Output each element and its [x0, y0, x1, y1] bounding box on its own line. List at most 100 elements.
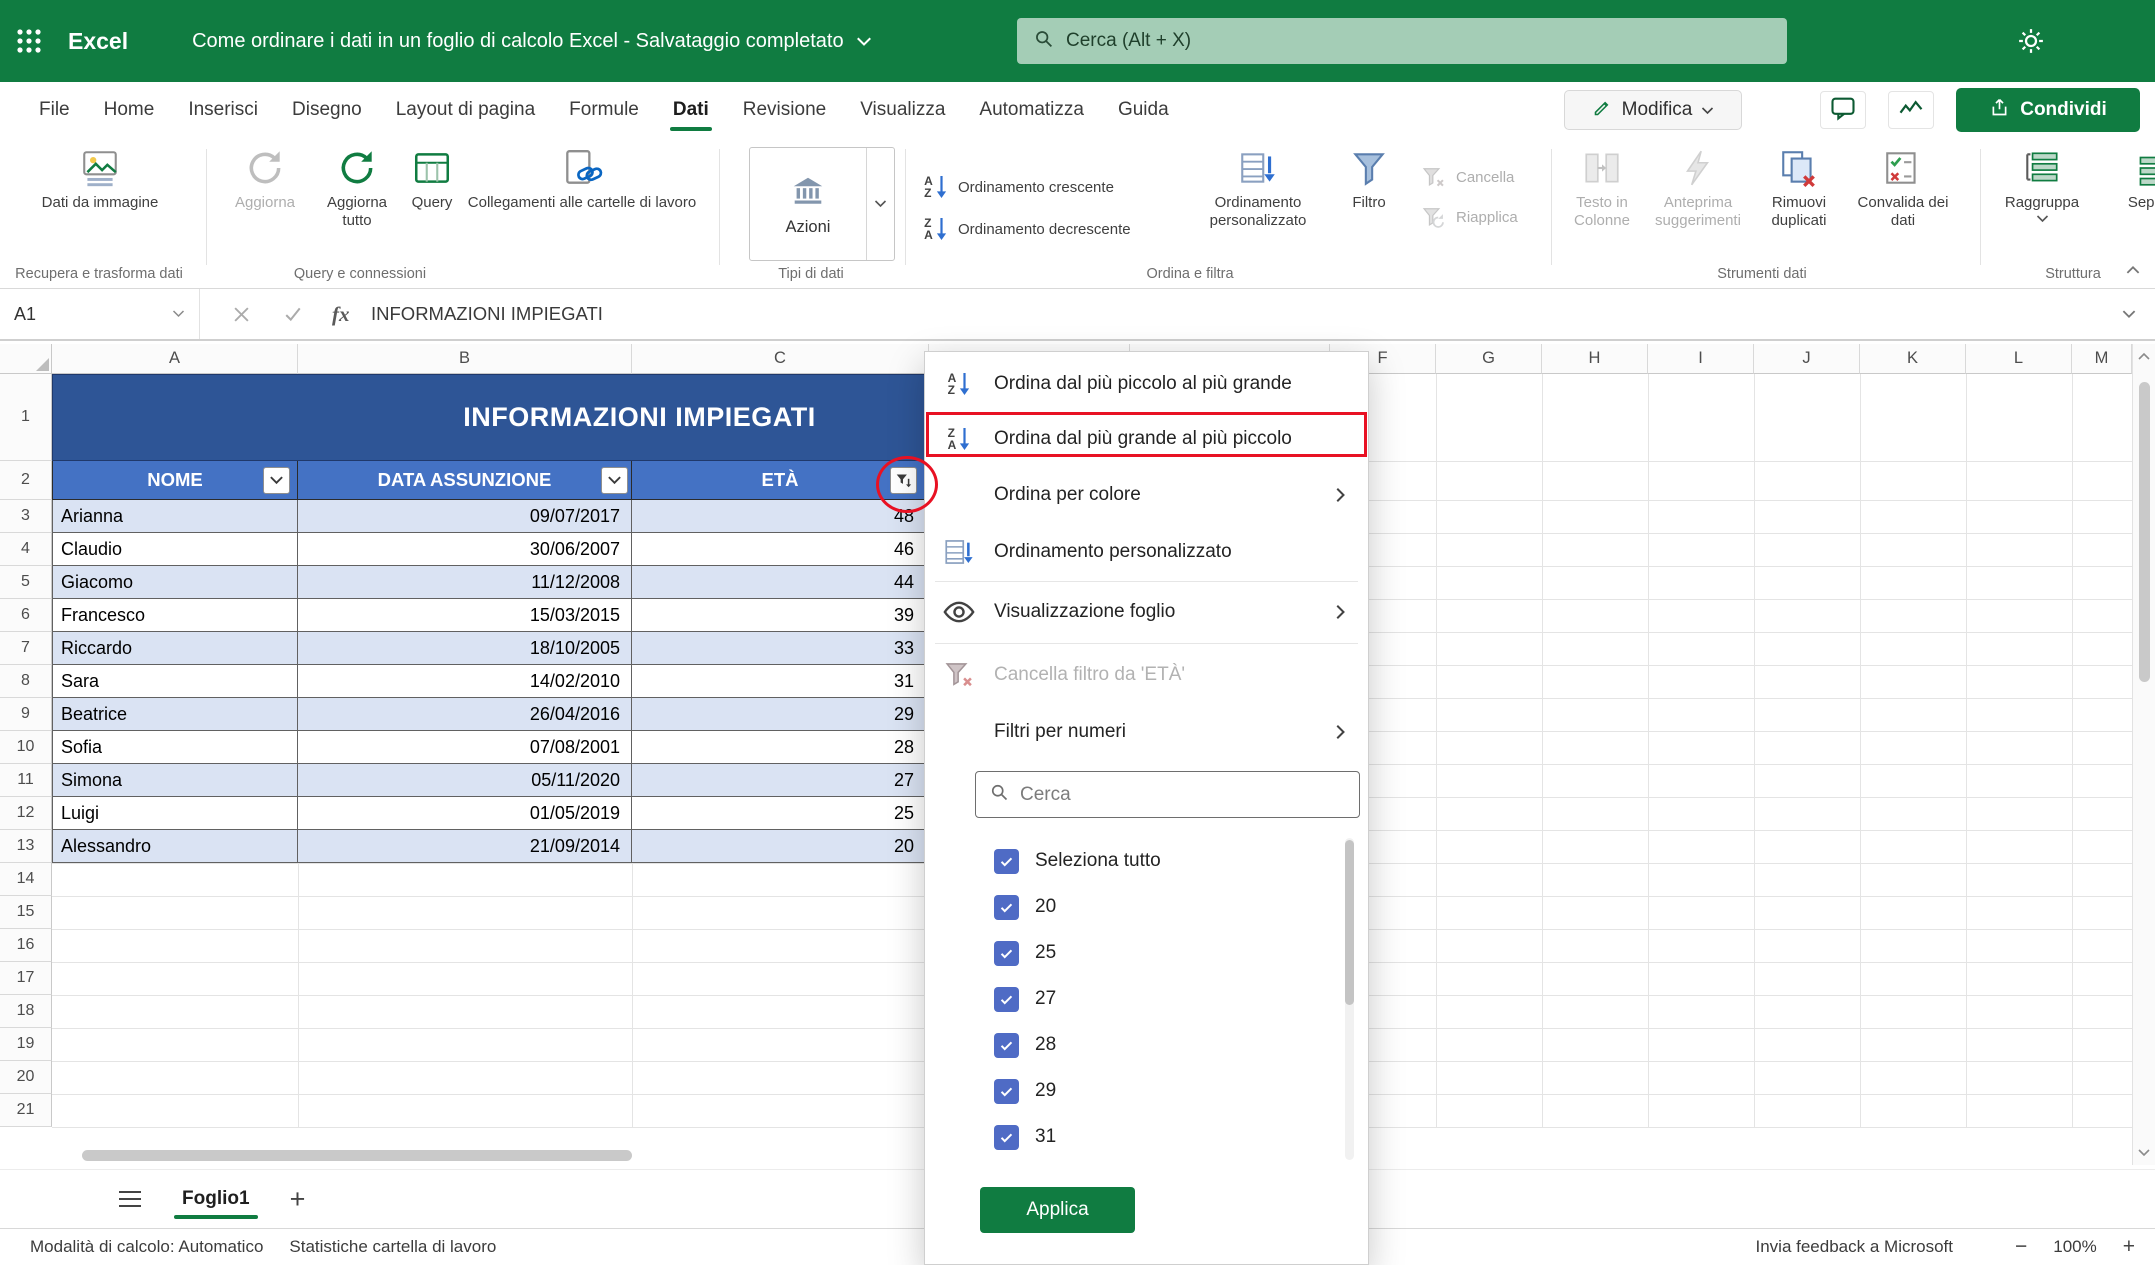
cell-a12[interactable]: Luigi [52, 797, 298, 830]
insert-function-icon[interactable]: fx [332, 289, 350, 339]
all-sheets-menu-icon[interactable] [118, 1190, 142, 1208]
ribbon-button-anteprima-suggerimenti[interactable]: Anteprima suggerimenti [1649, 147, 1747, 229]
cell-b11[interactable]: 05/11/2020 [298, 764, 632, 797]
checkbox-checked-icon[interactable] [994, 895, 1019, 920]
cell-a10[interactable]: Sofia [52, 731, 298, 764]
tab-home[interactable]: Home [87, 82, 172, 137]
zoom-out-button[interactable]: − [2015, 1235, 2027, 1259]
filter-checkbox-28[interactable]: 28 [925, 1022, 1368, 1068]
filter-checkbox-25[interactable]: 25 [925, 930, 1368, 976]
tab-formule[interactable]: Formule [552, 82, 656, 137]
ribbon-button-collegamenti-alle-cartelle-di-lavoro[interactable]: Collegamenti alle cartelle di lavoro [464, 147, 700, 212]
table-header-data-assunzione[interactable]: DATA ASSUNZIONE [298, 461, 632, 500]
ribbon-button-raggruppa[interactable]: Raggruppa [1993, 147, 2091, 223]
menu-item-filtri-per-numeri[interactable]: Filtri per numeri [925, 704, 1368, 759]
cell-c8[interactable]: 31 [632, 665, 929, 698]
filter-button-data-assunzione[interactable] [601, 467, 628, 494]
cell-a8[interactable]: Sara [52, 665, 298, 698]
tab-visualizza[interactable]: Visualizza [843, 82, 962, 137]
ribbon-button-testo-in-colonne[interactable]: Testo in Colonne [1556, 147, 1648, 229]
azioni-gallery[interactable]: Azioni [749, 147, 895, 261]
cell-a13[interactable]: Alessandro [52, 830, 298, 863]
cell-c5[interactable]: 44 [632, 566, 929, 599]
tab-inserisci[interactable]: Inserisci [171, 82, 275, 137]
filter-search-box[interactable] [975, 771, 1360, 818]
document-title[interactable]: Come ordinare i dati in un foglio di cal… [192, 30, 871, 53]
app-launcher-waffle-icon[interactable] [0, 0, 58, 82]
cell-b4[interactable]: 30/06/2007 [298, 533, 632, 566]
menu-item-ordinamento-personalizzato[interactable]: Ordinamento personalizzato [925, 524, 1368, 579]
filter-search-input[interactable] [1020, 784, 1346, 806]
cell-b8[interactable]: 14/02/2010 [298, 665, 632, 698]
comments-button[interactable] [1820, 91, 1866, 129]
cell-a11[interactable]: Simona [52, 764, 298, 797]
cell-a7[interactable]: Riccardo [52, 632, 298, 665]
cell-c4[interactable]: 46 [632, 533, 929, 566]
cell-b3[interactable]: 09/07/2017 [298, 500, 632, 533]
cell-b9[interactable]: 26/04/2016 [298, 698, 632, 731]
ribbon-button-filtro[interactable]: Filtro [1337, 147, 1401, 212]
search-input[interactable] [1066, 30, 1771, 52]
collapse-ribbon-icon[interactable] [2122, 259, 2144, 279]
cell-a3[interactable]: Arianna [52, 500, 298, 533]
cell-b6[interactable]: 15/03/2015 [298, 599, 632, 632]
zoom-level[interactable]: 100% [2053, 1237, 2096, 1257]
filter-checkbox-20[interactable]: 20 [925, 884, 1368, 930]
cell-a9[interactable]: Beatrice [52, 698, 298, 731]
ribbon-button-aggiorna[interactable]: Aggiorna [220, 147, 310, 212]
cell-c11[interactable]: 27 [632, 764, 929, 797]
modifica-mode-button[interactable]: Modifica [1564, 90, 1742, 130]
settings-gear-icon[interactable] [2010, 21, 2052, 61]
ribbon-button-riapplica[interactable]: Riapplica [1420, 199, 1550, 235]
expand-formula-bar-icon[interactable] [2122, 289, 2136, 339]
ribbon-button-ordinamento-crescente[interactable]: AZOrdinamento crescente [922, 169, 1177, 205]
filter-button-nome[interactable] [263, 467, 290, 494]
cell-c12[interactable]: 25 [632, 797, 929, 830]
cell-a4[interactable]: Claudio [52, 533, 298, 566]
calc-mode-status[interactable]: Modalità di calcolo: Automatico [30, 1237, 263, 1257]
confirm-entry-icon[interactable] [284, 289, 302, 339]
cell-b12[interactable]: 01/05/2019 [298, 797, 632, 830]
cell-b10[interactable]: 07/08/2001 [298, 731, 632, 764]
ribbon-button-cancella[interactable]: Cancella [1420, 159, 1550, 195]
ribbon-button-aggiorna-tutto[interactable]: Aggiorna tutto [312, 147, 402, 229]
scroll-up-icon[interactable] [2133, 352, 2155, 360]
table-header-nome[interactable]: NOME [52, 461, 298, 500]
azioni-gallery-dropdown[interactable] [866, 148, 894, 260]
filter-checkbox-29[interactable]: 29 [925, 1068, 1368, 1114]
tab-dati[interactable]: Dati [656, 82, 726, 137]
ribbon-button-rimuovi-duplicati[interactable]: Rimuovi duplicati [1749, 147, 1849, 229]
menu-item-ordina-per-colore[interactable]: Ordina per colore [925, 467, 1368, 522]
add-sheet-button[interactable]: + [290, 1186, 306, 1213]
cell-c10[interactable]: 28 [632, 731, 929, 764]
checkbox-checked-icon[interactable] [994, 849, 1019, 874]
sheet-tab-foglio1[interactable]: Foglio1 [174, 1170, 258, 1228]
tab-automatizza[interactable]: Automatizza [962, 82, 1101, 137]
ribbon-button-ordinamento-decrescente[interactable]: ZAOrdinamento decrescente [922, 211, 1177, 247]
checkbox-checked-icon[interactable] [994, 941, 1019, 966]
cell-a5[interactable]: Giacomo [52, 566, 298, 599]
cell-b5[interactable]: 11/12/2008 [298, 566, 632, 599]
tab-layout-di-pagina[interactable]: Layout di pagina [379, 82, 552, 137]
name-box[interactable]: A1 [0, 289, 200, 339]
tab-revisione[interactable]: Revisione [726, 82, 843, 137]
filter-checkbox-31[interactable]: 31 [925, 1114, 1368, 1160]
formula-bar-content[interactable]: INFORMAZIONI IMPIEGATI [371, 289, 603, 339]
cancel-entry-icon[interactable] [233, 289, 250, 339]
menu-item-visualizzazione-foglio[interactable]: Visualizzazione foglio [925, 584, 1368, 639]
menu-item-ordina-dal-piu-piccolo-al-piu-grande[interactable]: AZOrdina dal più piccolo al più grande [925, 356, 1368, 411]
cell-c13[interactable]: 20 [632, 830, 929, 863]
ribbon-button-ordinamento-personalizzato[interactable]: Ordinamento personalizzato [1181, 147, 1335, 229]
checkbox-checked-icon[interactable] [994, 1125, 1019, 1150]
ribbon-button-query[interactable]: Query [402, 147, 462, 212]
ribbon-button-dati-da-immagine[interactable]: Dati da immagine [38, 147, 162, 212]
global-search-box[interactable] [1017, 18, 1787, 64]
tab-guida[interactable]: Guida [1101, 82, 1186, 137]
cell-a6[interactable]: Francesco [52, 599, 298, 632]
feedback-link[interactable]: Invia feedback a Microsoft [1756, 1237, 1953, 1257]
checkbox-checked-icon[interactable] [994, 987, 1019, 1012]
cell-c6[interactable]: 39 [632, 599, 929, 632]
vertical-scroll-thumb[interactable] [2139, 382, 2150, 682]
azioni-gallery-main[interactable]: Azioni [750, 148, 866, 260]
tab-file[interactable]: File [22, 82, 87, 137]
